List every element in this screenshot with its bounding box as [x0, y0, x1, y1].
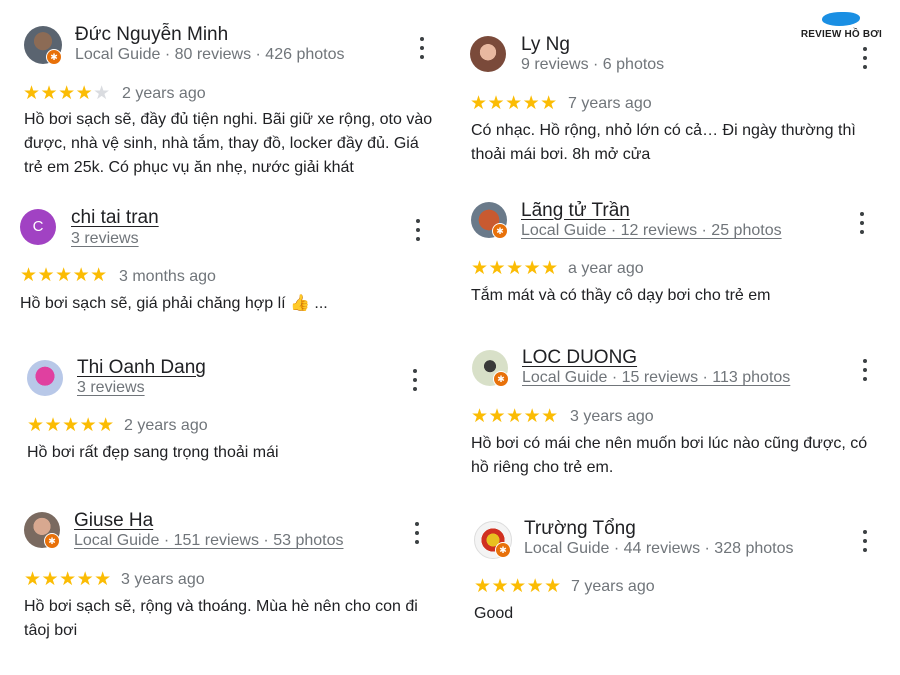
- pool-logo-icon: [822, 12, 861, 26]
- review-time: 7 years ago: [568, 95, 652, 112]
- local-guide-badge-icon: ✱: [46, 49, 62, 65]
- review-text: Hồ bơi sạch sẽ, đầy đủ tiện nghi. Bãi gi…: [24, 111, 433, 176]
- review-time: 3 years ago: [570, 408, 654, 425]
- more-options-icon[interactable]: [858, 530, 872, 552]
- review-text: Hồ bơi có mái che nên muốn bơi lúc nào c…: [471, 435, 868, 476]
- review-time: 2 years ago: [124, 417, 208, 434]
- star-rating: ★★★★★: [24, 569, 112, 590]
- review-text: Good: [474, 605, 514, 622]
- more-options-icon[interactable]: [408, 369, 422, 391]
- avatar[interactable]: C: [20, 209, 56, 245]
- star-rating: ★★★★★: [474, 576, 562, 597]
- review-time: 2 years ago: [122, 85, 206, 102]
- review-time: 3 years ago: [121, 571, 205, 588]
- local-guide-badge-icon: ✱: [493, 371, 509, 387]
- reviewer-name[interactable]: Giuse Ha: [74, 510, 153, 532]
- review-time: a year ago: [568, 260, 644, 277]
- logo-text: REVIEW HỒ BƠI: [800, 29, 882, 40]
- review-time: 3 months ago: [119, 268, 216, 285]
- local-guide-badge-icon: ✱: [492, 223, 508, 239]
- more-options-icon[interactable]: [410, 522, 424, 544]
- review-ho-boi-logo: REVIEW HỒ BƠI: [801, 12, 882, 40]
- star-rating: ★★★★★: [471, 406, 559, 427]
- more-options-icon[interactable]: [411, 219, 425, 241]
- avatar[interactable]: [27, 360, 63, 396]
- reviewer-name[interactable]: Thi Oanh Dang: [77, 357, 206, 379]
- reviewer-name[interactable]: LOC DUONG: [522, 347, 637, 369]
- more-options-icon[interactable]: [858, 359, 872, 381]
- star-rating: ★★★★★: [471, 258, 559, 279]
- more-options-icon[interactable]: [855, 212, 869, 234]
- reviewer-name[interactable]: Trường Tổng: [524, 518, 636, 540]
- star-rating: ★★★★★: [27, 415, 115, 436]
- reviewer-meta[interactable]: Local Guide · 151 reviews · 53 photos: [74, 532, 343, 550]
- reviewer-meta[interactable]: Local Guide · 80 reviews · 426 photos: [75, 46, 344, 64]
- reviewer-meta[interactable]: Local Guide · 44 reviews · 328 photos: [524, 540, 793, 558]
- reviewer-name[interactable]: Đức Nguyễn Minh: [75, 24, 228, 46]
- reviewer-meta[interactable]: Local Guide · 12 reviews · 25 photos: [521, 222, 782, 240]
- reviewer-name[interactable]: chi tai tran: [71, 207, 159, 229]
- reviewer-meta[interactable]: Local Guide · 15 reviews · 113 photos: [522, 369, 790, 387]
- star-rating: ★★★★★: [470, 93, 558, 114]
- star-rating: ★★★★★: [20, 265, 108, 286]
- local-guide-badge-icon: ✱: [495, 542, 511, 558]
- more-options-icon[interactable]: [415, 37, 429, 59]
- review-text: Có nhạc. Hồ rộng, nhỏ lớn có cả… Đi ngày…: [471, 122, 856, 163]
- review-time: 7 years ago: [571, 578, 655, 595]
- reviewer-meta[interactable]: 3 reviews: [71, 230, 139, 248]
- star-rating: ★★★★★: [23, 83, 111, 104]
- reviewer-name[interactable]: Lãng tử Trần: [521, 200, 630, 222]
- local-guide-badge-icon: ✱: [44, 533, 60, 549]
- reviewer-name[interactable]: Ly Ng: [521, 34, 570, 56]
- review-text: Hồ bơi sạch sẽ, giá phải chăng hợp lí 👍 …: [20, 295, 328, 312]
- more-options-icon[interactable]: [858, 47, 872, 69]
- review-text: Hồ bơi rất đẹp sang trọng thoải mái: [27, 444, 279, 461]
- review-text: Tắm mát và có thầy cô dạy bơi cho trẻ em: [471, 287, 771, 304]
- reviewer-meta[interactable]: 3 reviews: [77, 379, 145, 397]
- avatar[interactable]: [470, 36, 506, 72]
- review-text: Hồ bơi sạch sẽ, rộng và thoáng. Mùa hè n…: [24, 598, 418, 639]
- reviewer-meta[interactable]: 9 reviews · 6 photos: [521, 56, 664, 74]
